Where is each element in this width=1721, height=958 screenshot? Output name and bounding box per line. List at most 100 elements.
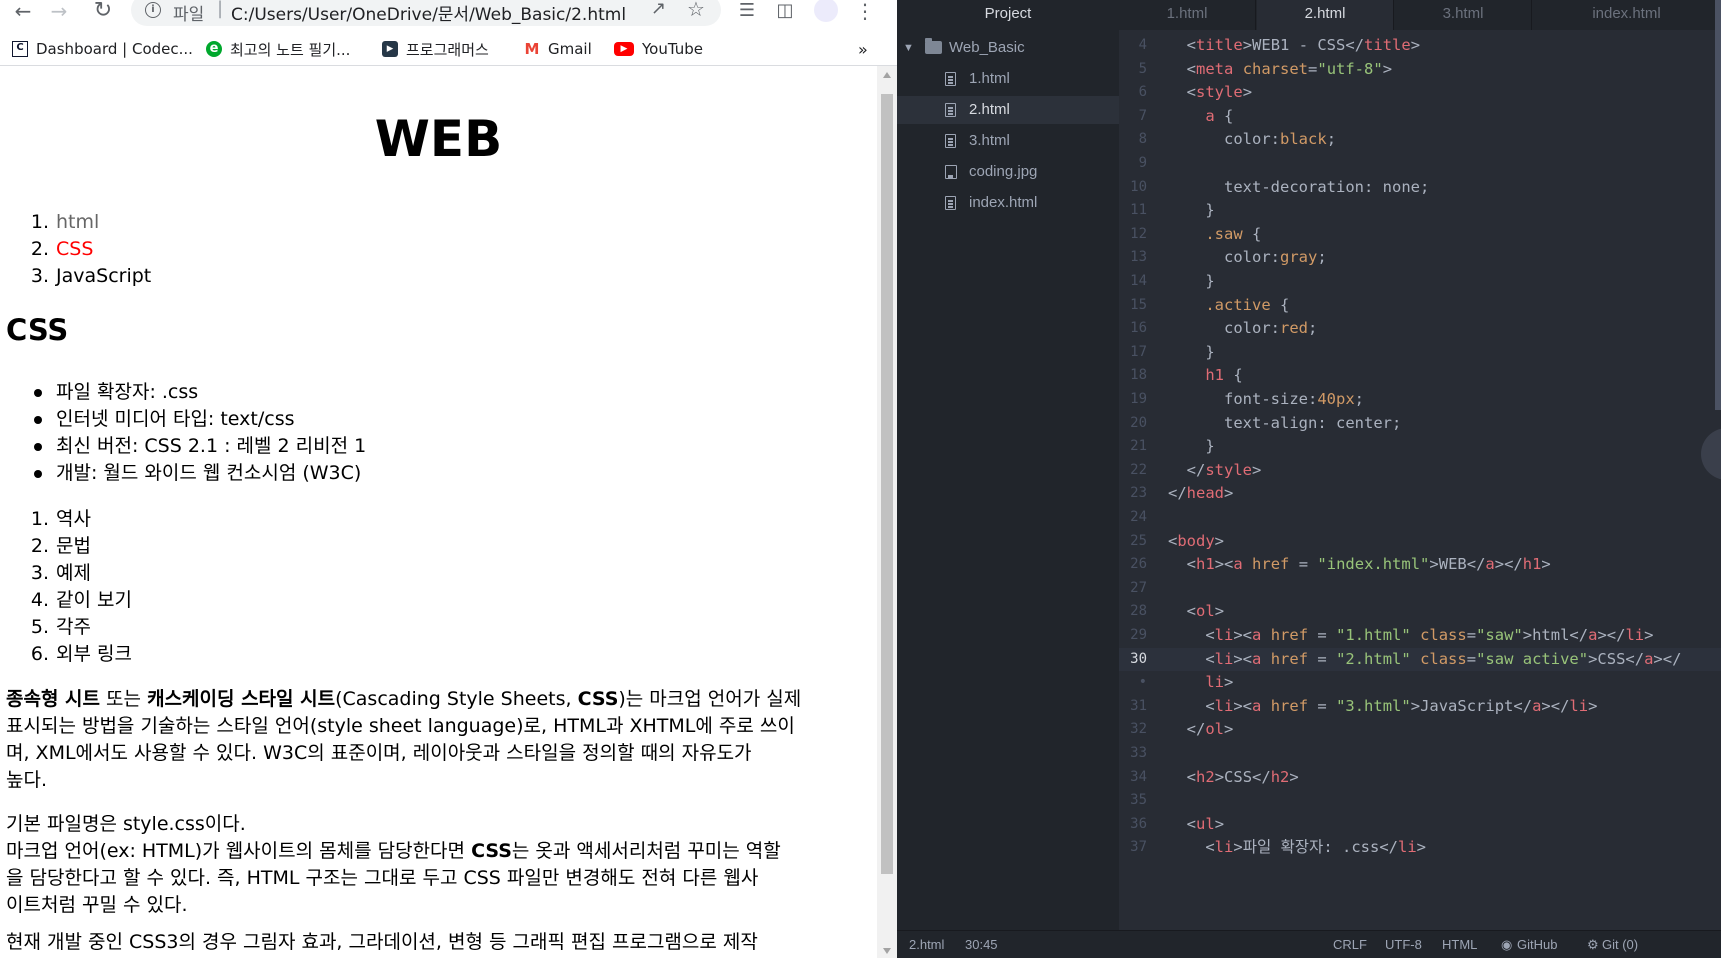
- bookmark-youtube[interactable]: ▶ YouTube: [614, 39, 703, 59]
- code-line[interactable]: 32 </ol>: [1119, 718, 1721, 741]
- code-line[interactable]: 21 }: [1119, 435, 1721, 458]
- url-separator: |: [217, 0, 224, 19]
- code-line[interactable]: 4 <title>WEB1 - CSS</title>: [1119, 34, 1721, 57]
- code-line[interactable]: 11 }: [1119, 199, 1721, 222]
- code-line[interactable]: 33: [1119, 742, 1721, 765]
- code-line[interactable]: 29 <li><a href = "1.html" class="saw">ht…: [1119, 624, 1721, 647]
- bookmark-dashboard[interactable]: C Dashboard | Codec...: [12, 39, 193, 59]
- url-text[interactable]: C:/Users/User/OneDrive/문서/Web_Basic/2.ht…: [231, 0, 626, 25]
- code-line[interactable]: 30 <li><a href = "2.html" class="saw act…: [1119, 647, 1721, 671]
- folder-web-basic[interactable]: ▼ Web_Basic: [897, 34, 1119, 62]
- status-file[interactable]: 2.html: [909, 931, 944, 958]
- code-line[interactable]: 26 <h1><a href = "index.html">WEB</a></h…: [1119, 553, 1721, 576]
- file-icon: [945, 103, 956, 117]
- list-number: 3.: [30, 265, 49, 287]
- code-text: <li><a href = "3.html">JavaScript</a></l…: [1205, 696, 1598, 715]
- profile-avatar[interactable]: [814, 0, 838, 22]
- tab-3-html[interactable]: 3.html: [1395, 0, 1532, 30]
- file-2-html[interactable]: 2.html: [897, 96, 1119, 124]
- toc-item: 같이 보기: [56, 589, 132, 611]
- status-github[interactable]: GitHub: [1517, 931, 1557, 958]
- bookmark-programmers[interactable]: ▸ 프로그래머스: [382, 39, 489, 59]
- code-line[interactable]: 8 color:black;: [1119, 128, 1721, 151]
- code-line[interactable]: 10 text-decoration: none;: [1119, 176, 1721, 199]
- menu-kebab-icon[interactable]: ⋮: [850, 0, 880, 26]
- code-line[interactable]: 23 </head>: [1119, 482, 1721, 505]
- code-line[interactable]: 37 <li>파일 확장자: .css</li>: [1119, 836, 1721, 859]
- detail-paragraph: 기본 파일명은 style.css이다. 마크업 언어(ex: HTML)가 웹…: [6, 811, 781, 919]
- code-line[interactable]: 6 <style>: [1119, 81, 1721, 104]
- bookmark-star-icon[interactable]: ☆: [687, 0, 705, 21]
- code-line[interactable]: 25 <body>: [1119, 530, 1721, 553]
- file-1-html[interactable]: 1.html: [897, 65, 1119, 93]
- reload-icon[interactable]: ↻: [88, 0, 118, 26]
- line-number: 28: [1130, 603, 1147, 620]
- editor-scrollbar[interactable]: [1715, 0, 1721, 410]
- status-grammar[interactable]: HTML: [1442, 931, 1477, 958]
- scroll-thumb[interactable]: [881, 94, 893, 874]
- media-control-icon[interactable]: ☰: [732, 0, 762, 26]
- code-line[interactable]: 28 <ol>: [1119, 600, 1721, 623]
- code-line[interactable]: 18 h1 {: [1119, 364, 1721, 387]
- code-text: font-size:40px;: [1224, 390, 1365, 408]
- bookmarks-overflow-button[interactable]: »: [858, 39, 868, 59]
- list-number: 1.: [30, 211, 49, 233]
- browser-toolbar: ← → ↻ i 파일 | C:/Users/User/OneDrive/문서/W…: [0, 0, 897, 30]
- line-number: 23: [1130, 485, 1147, 502]
- codecademy-icon: C: [12, 41, 28, 57]
- code-line[interactable]: 36 <ul>: [1119, 813, 1721, 836]
- status-eol[interactable]: CRLF: [1333, 931, 1367, 958]
- chevron-down-icon: ▼: [903, 42, 914, 54]
- code-line[interactable]: 20 text-align: center;: [1119, 412, 1721, 435]
- code-line[interactable]: 24: [1119, 506, 1721, 529]
- list-number: 3.: [30, 562, 49, 584]
- bookmark-evernote[interactable]: e 최고의 노트 필기...: [206, 39, 350, 59]
- bookmark-gmail[interactable]: M Gmail: [524, 39, 592, 59]
- forward-arrow-icon[interactable]: →: [44, 0, 74, 26]
- code-line[interactable]: 35: [1119, 789, 1721, 812]
- code-line[interactable]: • li>: [1119, 671, 1721, 694]
- status-encoding[interactable]: UTF-8: [1385, 931, 1422, 958]
- code-line[interactable]: 19 font-size:40px;: [1119, 388, 1721, 411]
- code-line[interactable]: 9: [1119, 152, 1721, 175]
- info-icon[interactable]: i: [145, 2, 161, 18]
- code-line[interactable]: 14 }: [1119, 270, 1721, 293]
- code-area[interactable]: 4 <title>WEB1 - CSS</title> 5 <meta chars…: [1119, 30, 1721, 930]
- code-line[interactable]: 22 </style>: [1119, 459, 1721, 482]
- scroll-down-arrow-icon[interactable]: [883, 948, 891, 954]
- code-line[interactable]: 13 color:gray;: [1119, 246, 1721, 269]
- editor-tab-bar: 1.html 2.html 3.html index.html: [1119, 0, 1721, 30]
- code-line[interactable]: 15 .active {: [1119, 294, 1721, 317]
- code-text: color:gray;: [1224, 248, 1327, 267]
- nav-link-css[interactable]: CSS: [56, 238, 93, 260]
- toc-item: 역사: [56, 508, 91, 530]
- file-index-html[interactable]: index.html: [897, 189, 1119, 217]
- code-line[interactable]: 12 .saw {: [1119, 223, 1721, 246]
- nav-link-javascript[interactable]: JavaScript: [56, 265, 151, 287]
- code-line[interactable]: 16 color:red;: [1119, 317, 1721, 340]
- back-arrow-icon[interactable]: ←: [8, 0, 38, 26]
- code-line[interactable]: 27: [1119, 577, 1721, 600]
- home-link[interactable]: WEB: [375, 110, 502, 168]
- status-git[interactable]: Git (0): [1602, 931, 1638, 958]
- code-line[interactable]: 7 a {: [1119, 105, 1721, 128]
- file-coding-jpg[interactable]: coding.jpg: [897, 158, 1119, 186]
- code-line[interactable]: 17 }: [1119, 341, 1721, 364]
- code-line[interactable]: 34 <h2>CSS</h2>: [1119, 766, 1721, 789]
- nav-link-html[interactable]: html: [56, 211, 99, 233]
- file-3-html[interactable]: 3.html: [897, 127, 1119, 155]
- page-scrollbar[interactable]: [877, 66, 897, 958]
- tab-2-html[interactable]: 2.html: [1257, 0, 1394, 30]
- address-bar[interactable]: i 파일 | C:/Users/User/OneDrive/문서/Web_Bas…: [131, 0, 721, 26]
- tab-1-html[interactable]: 1.html: [1119, 0, 1256, 30]
- bold-term: CSS: [577, 688, 619, 710]
- tab-index-html[interactable]: index.html: [1533, 0, 1721, 30]
- status-cursor[interactable]: 30:45: [965, 931, 998, 958]
- code-line[interactable]: 5 <meta charset="utf-8">: [1119, 58, 1721, 81]
- share-icon[interactable]: ↗: [651, 0, 666, 19]
- scroll-up-arrow-icon[interactable]: [883, 72, 891, 78]
- project-tab[interactable]: Project: [897, 0, 1119, 30]
- side-panel-icon[interactable]: ◫: [770, 0, 800, 26]
- code-text: }: [1205, 272, 1215, 290]
- code-line[interactable]: 31 <li><a href = "3.html">JavaScript</a>…: [1119, 695, 1721, 718]
